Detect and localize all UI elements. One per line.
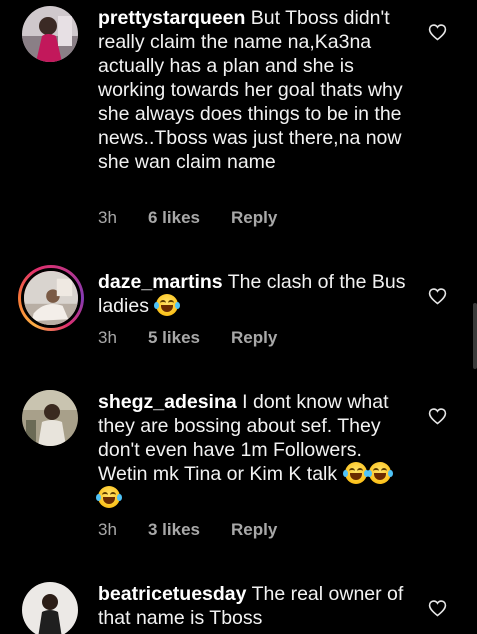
heart-outline-icon[interactable] — [428, 599, 447, 617]
comment-body: But Tboss didn't really claim the name n… — [98, 7, 403, 173]
avatar[interactable] — [22, 6, 78, 62]
heart-outline-icon[interactable] — [428, 287, 447, 305]
heart-outline-icon[interactable] — [428, 23, 447, 41]
comment-text: shegz_adesina I dont know what they are … — [96, 390, 414, 510]
avatar[interactable] — [22, 582, 78, 634]
comment-likes[interactable]: 6 likes — [148, 208, 231, 228]
comment-text: prettystarqueen But Tboss didn't really … — [98, 6, 414, 174]
reply-button[interactable]: Reply — [231, 520, 277, 540]
comment-meta: 3h 3 likes Reply — [98, 520, 277, 540]
laughing-emoji-icon — [366, 462, 393, 484]
profile-photo-icon — [21, 268, 81, 328]
comment-likes[interactable]: 5 likes — [148, 328, 231, 348]
reply-button[interactable]: Reply — [231, 328, 277, 348]
comment-time: 3h — [98, 208, 117, 227]
comment-username[interactable]: beatricetuesday — [98, 583, 247, 605]
profile-photo-icon — [22, 582, 78, 634]
avatar[interactable] — [18, 265, 84, 331]
heart-outline-icon[interactable] — [428, 407, 447, 425]
comment-username[interactable]: prettystarqueen — [98, 7, 245, 29]
comment-text: daze_martins The clash of the Bus ladies — [98, 270, 414, 318]
laughing-emoji-icon — [96, 486, 122, 508]
comment-username[interactable]: shegz_adesina — [98, 391, 237, 413]
profile-photo-icon — [22, 6, 78, 62]
comment-username[interactable]: daze_martins — [98, 271, 223, 293]
comment-likes[interactable]: 3 likes — [148, 520, 231, 540]
profile-photo-icon — [22, 390, 78, 446]
laughing-emoji-icon — [342, 462, 369, 484]
comment-meta: 3h 6 likes Reply — [98, 208, 277, 228]
avatar[interactable] — [22, 390, 78, 446]
comments-screen: prettystarqueen But Tboss didn't really … — [0, 0, 477, 634]
comment-time: 3h — [98, 328, 117, 347]
comment-text: beatricetuesday The real owner of that n… — [98, 582, 414, 630]
scrollbar[interactable] — [473, 303, 477, 369]
laughing-emoji-icon — [154, 294, 181, 316]
comment-meta: 3h 5 likes Reply — [98, 328, 277, 348]
reply-button[interactable]: Reply — [231, 208, 277, 228]
comment-time: 3h — [98, 520, 117, 539]
